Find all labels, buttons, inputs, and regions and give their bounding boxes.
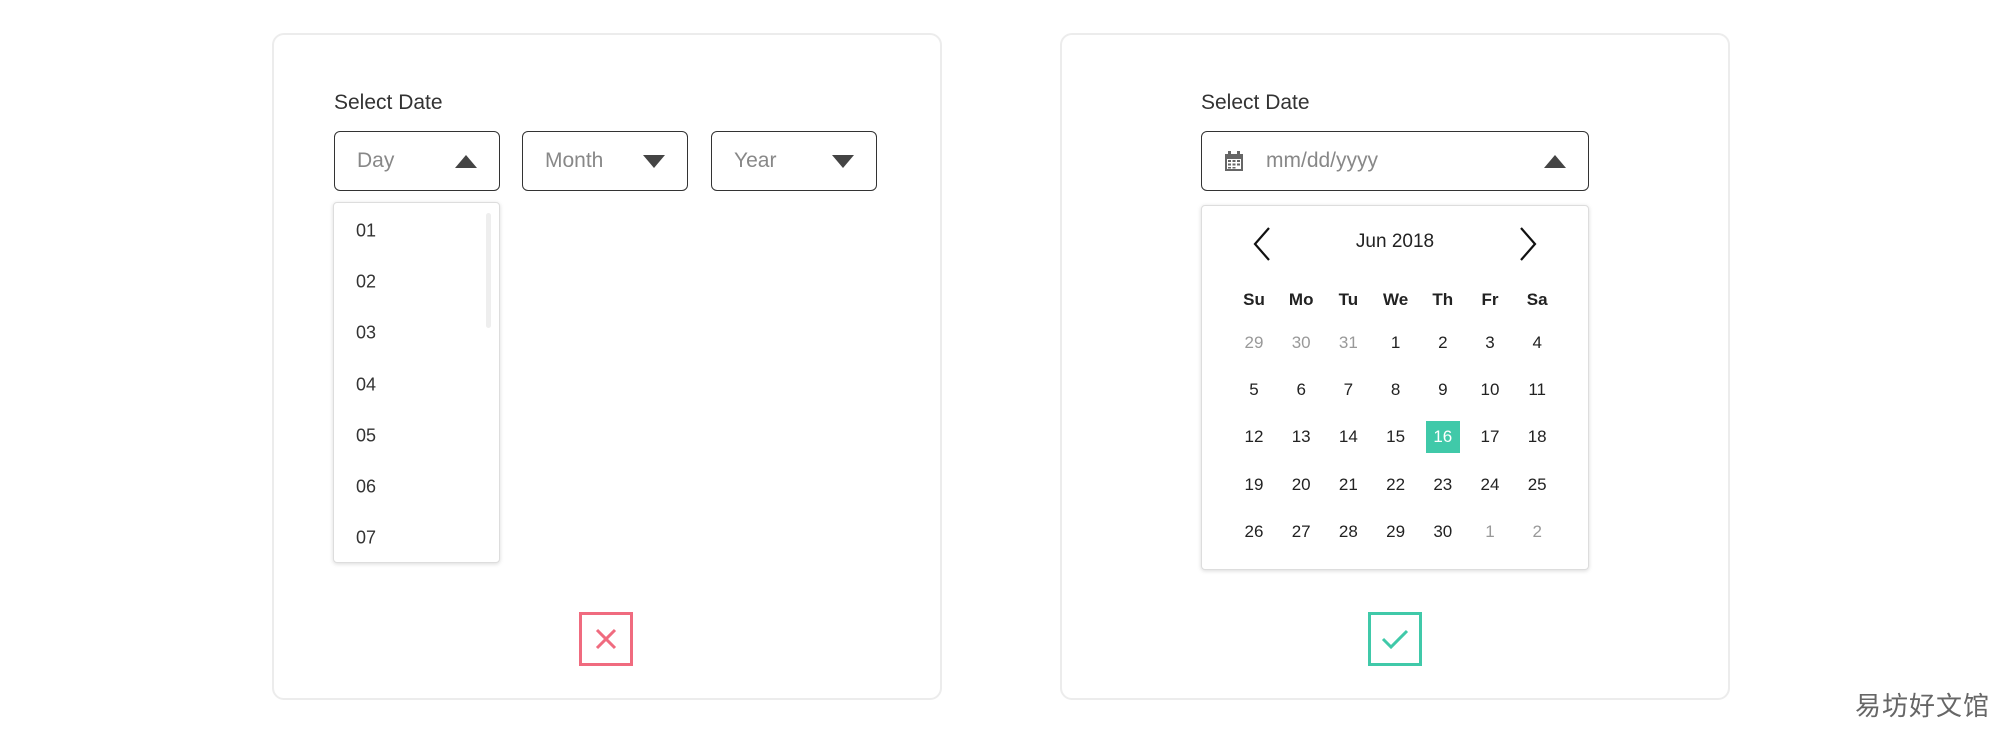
calendar-popup: Jun 2018 Su Mo Tu We Th Fr Sa 29 30 31 1 2 3 4 5 6 7 8 9 10… [1201, 205, 1589, 570]
calendar-day[interactable]: 2 [1520, 516, 1554, 548]
correct-indicator [1368, 612, 1422, 666]
calendar-day[interactable]: 21 [1331, 469, 1365, 501]
calendar-day[interactable]: 11 [1520, 374, 1554, 406]
date-input[interactable]: mm/dd/yyyy [1201, 131, 1589, 191]
calendar-day[interactable]: 24 [1473, 469, 1507, 501]
calendar-day[interactable]: 18 [1520, 421, 1554, 453]
calendar-day[interactable]: 25 [1520, 469, 1554, 501]
calendar-day[interactable]: 29 [1379, 516, 1413, 548]
calendar-day[interactable]: 14 [1331, 421, 1365, 453]
calendar-day[interactable]: 15 [1379, 421, 1413, 453]
calendar-day[interactable]: 7 [1331, 374, 1365, 406]
weekday-header: Th [1432, 290, 1454, 309]
day-placeholder: Day [357, 149, 395, 172]
month-placeholder: Month [545, 149, 604, 172]
calendar-day[interactable]: 5 [1237, 374, 1271, 406]
close-icon [595, 628, 617, 650]
calendar-day[interactable]: 4 [1520, 327, 1554, 359]
calendar-day[interactable]: 9 [1426, 374, 1460, 406]
day-option[interactable]: 05 [356, 425, 376, 446]
selected-day[interactable]: 16 [1425, 421, 1460, 454]
day-option[interactable]: 06 [356, 477, 376, 498]
weekday-header: Sa [1526, 290, 1548, 309]
calendar-day[interactable]: 2 [1426, 327, 1460, 359]
select-date-label: Select Date [334, 91, 443, 114]
calendar-icon [1225, 151, 1243, 171]
caret-up-icon [455, 154, 477, 168]
calendar-day[interactable]: 1 [1473, 516, 1507, 548]
day-option[interactable]: 01 [356, 221, 376, 242]
scrollbar[interactable] [486, 213, 491, 328]
calendar-day[interactable]: 20 [1284, 469, 1318, 501]
calendar-day[interactable]: 30 [1284, 327, 1318, 359]
day-option[interactable]: 04 [356, 374, 376, 395]
weekday-header: Su [1243, 290, 1265, 309]
watermark: 易坊好文馆 [1855, 691, 1991, 721]
calendar-day[interactable]: 6 [1284, 374, 1318, 406]
calendar-day[interactable]: 8 [1379, 374, 1413, 406]
calendar-day[interactable]: 1 [1379, 327, 1413, 359]
calendar-day[interactable]: 29 [1237, 327, 1271, 359]
calendar-day[interactable]: 27 [1284, 516, 1318, 548]
day-option[interactable]: 03 [356, 323, 376, 344]
calendar-day[interactable]: 31 [1331, 327, 1365, 359]
calendar-day[interactable]: 28 [1331, 516, 1365, 548]
check-icon [1381, 629, 1409, 650]
caret-up-icon[interactable] [1544, 154, 1566, 168]
day-option[interactable]: 07 [356, 528, 376, 549]
calendar-day[interactable]: 22 [1379, 469, 1413, 501]
weekday-header: Tu [1338, 290, 1359, 309]
calendar-day[interactable]: 10 [1473, 374, 1507, 406]
date-placeholder: mm/dd/yyyy [1266, 149, 1379, 172]
calendar-day[interactable]: 12 [1237, 421, 1271, 453]
select-date-label: Select Date [1201, 91, 1310, 114]
calendar-day[interactable]: 19 [1237, 469, 1271, 501]
year-placeholder: Year [734, 149, 777, 172]
month-select[interactable]: Month [522, 131, 688, 191]
calendar-day[interactable]: 30 [1426, 516, 1460, 548]
year-select[interactable]: Year [711, 131, 877, 191]
next-month-button[interactable] [1518, 226, 1538, 262]
calendar-day[interactable]: 3 [1473, 327, 1507, 359]
weekday-header: We [1382, 290, 1409, 309]
calendar-day[interactable]: 13 [1284, 421, 1318, 453]
caret-down-icon [832, 154, 854, 168]
calendar-day[interactable]: 17 [1473, 421, 1507, 453]
weekday-header: Mo [1288, 290, 1314, 309]
day-option[interactable]: 02 [356, 272, 376, 293]
weekday-header: Fr [1481, 290, 1499, 309]
incorrect-indicator [579, 612, 633, 666]
day-select[interactable]: Day [334, 131, 500, 191]
caret-down-icon [643, 154, 665, 168]
calendar-day[interactable]: 23 [1426, 469, 1460, 501]
calendar-day[interactable]: 26 [1237, 516, 1271, 548]
day-dropdown-list: 01 02 03 04 05 06 07 [333, 202, 500, 563]
